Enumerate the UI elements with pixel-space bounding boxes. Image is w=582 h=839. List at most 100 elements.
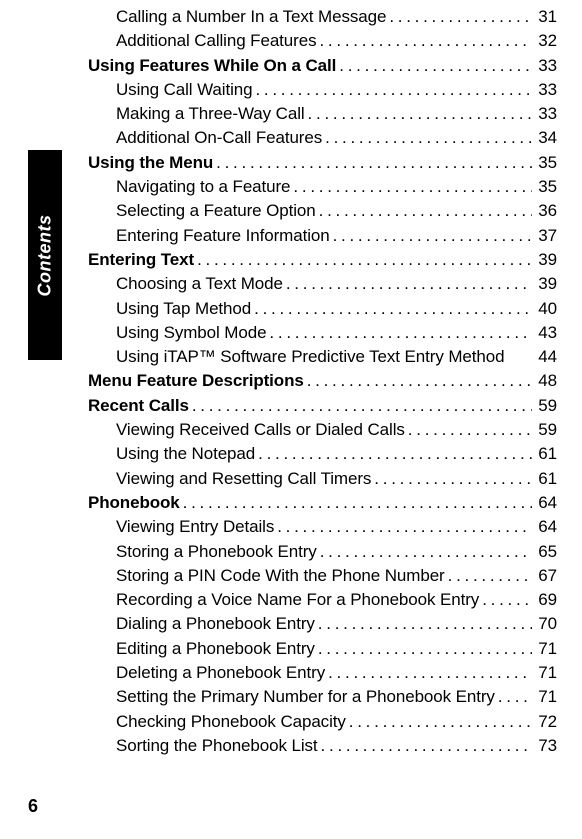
toc-entry-page: 36 [535,199,557,223]
toc-entry: Recent Calls 59 [88,394,557,418]
toc-entry-label: Phonebook [88,491,180,515]
toc-entry-label: Dialing a Phonebook Entry [116,612,315,636]
toc-entry: Using Call Waiting33 [88,78,557,102]
toc-entry-page: 72 [535,710,557,734]
toc-entry: Viewing Entry Details64 [88,515,557,539]
toc-leader-dots [389,5,532,29]
toc-entry: Menu Feature Descriptions 48 [88,369,557,393]
side-tab-label: Contents [35,214,56,296]
toc-entry-page: 33 [535,54,557,78]
toc-entry: Additional On-Call Features34 [88,126,557,150]
toc-entry: Entering Feature Information37 [88,224,557,248]
toc-entry: Using Tap Method 40 [88,297,557,321]
toc-leader-dots [318,637,532,661]
toc-leader-dots [333,224,532,248]
side-tab: Contents [28,150,62,360]
toc-entry-label: Choosing a Text Mode [116,272,283,296]
toc-entry: Checking Phonebook Capacity72 [88,710,557,734]
toc-entry-page: 43 [535,321,557,345]
toc-entry: Using the Menu 35 [88,151,557,175]
toc-entry-page: 67 [535,564,557,588]
toc-entry-label: Viewing and Resetting Call Timers [116,467,371,491]
toc-entry: Dialing a Phonebook Entry 70 [88,612,557,636]
toc-leader-dots [319,199,532,223]
toc-entry-page: 70 [535,612,557,636]
toc-leader-dots [183,491,532,515]
toc-entry-page: 48 [535,369,557,393]
toc-entry: Setting the Primary Number for a Phonebo… [88,685,557,709]
page-number: 6 [28,796,38,817]
toc-entry: Choosing a Text Mode39 [88,272,557,296]
toc-entry-page: 64 [535,491,557,515]
toc-entry-page: 59 [535,394,557,418]
toc-leader-dots [258,442,532,466]
toc-entry-label: Sorting the Phonebook List [116,734,318,758]
toc-leader-dots [197,248,532,272]
toc-entry-label: Entering Text [88,248,194,272]
toc-entry: Phonebook 64 [88,491,557,515]
toc-entry-label: Using the Menu [88,151,213,175]
toc-leader-dots [277,515,532,539]
toc-entry-label: Storing a Phonebook Entry [116,540,317,564]
toc-entry-label: Using the Notepad [116,442,255,466]
toc-entry-page: 33 [535,102,557,126]
toc-leader-dots [328,661,532,685]
toc-entry-label: Viewing Entry Details [116,515,274,539]
toc-entry-label: Recent Calls [88,394,189,418]
toc-entry-page: 61 [535,442,557,466]
toc-entry: Using Features While On a Call 33 [88,54,557,78]
toc-entry-label: Recording a Voice Name For a Phonebook E… [116,588,479,612]
toc-entry-label: Calling a Number In a Text Message [116,5,386,29]
toc-entry-page: 35 [535,151,557,175]
toc-leader-dots [320,540,532,564]
toc-entry-label: Selecting a Feature Option [116,199,316,223]
toc-leader-dots [374,467,532,491]
toc-leader-dots [339,54,532,78]
toc-entry-page: 71 [535,685,557,709]
toc-leader-dots [255,78,532,102]
toc-entry-page: 32 [535,29,557,53]
toc-entry-page: 39 [535,248,557,272]
toc-entry: Making a Three-Way Call 33 [88,102,557,126]
toc-entry: Selecting a Feature Option 36 [88,199,557,223]
toc-entry-page: 73 [535,734,557,758]
toc-leader-dots [482,588,532,612]
toc-entry: Viewing Received Calls or Dialed Calls59 [88,418,557,442]
toc-leader-dots [307,369,532,393]
toc-entry: Additional Calling Features 32 [88,29,557,53]
toc-entry-page: 69 [535,588,557,612]
toc-entry: Entering Text 39 [88,248,557,272]
toc-entry: Editing a Phonebook Entry 71 [88,637,557,661]
toc-entry-label: Using iTAP™ Software Predictive Text Ent… [116,345,504,369]
toc-entry-label: Making a Three-Way Call [116,102,305,126]
toc-entry-label: Using Features While On a Call [88,54,336,78]
toc-entry-label: Editing a Phonebook Entry [116,637,315,661]
toc-leader-dots [321,734,532,758]
toc-entry-page: 40 [535,297,557,321]
toc-leader-dots [286,272,532,296]
toc-entry-page: 65 [535,540,557,564]
toc-leader-dots [325,126,532,150]
toc-leader-dots [269,321,532,345]
toc-entry-label: Setting the Primary Number for a Phonebo… [116,685,495,709]
toc-leader-dots [349,710,532,734]
toc-entry-page: 31 [535,5,557,29]
toc-entry-page: 35 [535,175,557,199]
toc-entry: Navigating to a Feature 35 [88,175,557,199]
toc-entry-label: Menu Feature Descriptions [88,369,304,393]
toc-entry-page: 71 [535,637,557,661]
toc-entry-label: Additional Calling Features [116,29,316,53]
toc-entry-label: Navigating to a Feature [116,175,290,199]
toc-leader-dots [192,394,532,418]
toc-leader-dots [408,418,532,442]
toc-entry: Using iTAP™ Software Predictive Text Ent… [88,345,557,369]
toc-leader-dots [318,612,532,636]
document-page: Contents Calling a Number In a Text Mess… [0,0,582,839]
toc-entry-page: 61 [535,467,557,491]
toc-entry: Sorting the Phonebook List 73 [88,734,557,758]
toc-entry-page: 33 [535,78,557,102]
toc-entry-page: 71 [535,661,557,685]
toc-entry-label: Deleting a Phonebook Entry [116,661,325,685]
toc-entry: Storing a Phonebook Entry 65 [88,540,557,564]
toc-entry-label: Using Tap Method [116,297,251,321]
